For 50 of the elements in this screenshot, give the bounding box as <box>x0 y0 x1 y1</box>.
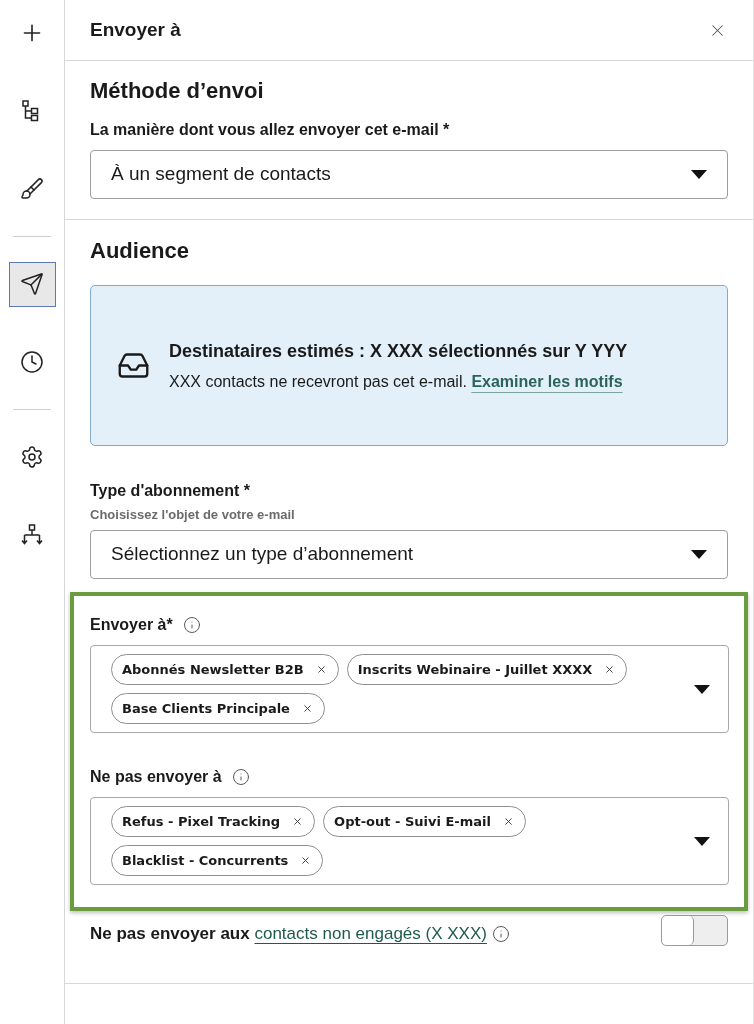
remove-tag-button[interactable] <box>604 664 616 675</box>
toggle-switch[interactable] <box>661 915 728 946</box>
tag-label: Inscrits Webinaire - Juillet XXXX <box>357 660 593 679</box>
toggle-knob <box>662 916 694 945</box>
field-label: Envoyer à* <box>90 615 173 635</box>
estimate-text: XXX contacts ne recevront pas cet e-mail. Examiner les motifs <box>169 371 624 392</box>
send-method-select[interactable]: À un segment de contacts <box>90 150 728 199</box>
close-icon <box>315 664 327 675</box>
estimate-title: Destinataires estimés : X XXX sélectionnés sur Y YYY <box>169 339 628 362</box>
tag-label: Blacklist - Concurrents <box>122 851 289 870</box>
subscription-type-select[interactable]: Sélectionnez un type d’abonnement <box>90 530 728 579</box>
tag-label: Abonnés Newsletter B2B <box>122 660 304 679</box>
info-icon <box>182 616 201 634</box>
close-icon <box>604 664 616 675</box>
caret-icon <box>694 836 710 846</box>
send-button[interactable] <box>8 261 56 307</box>
caret-icon <box>691 550 707 559</box>
hierarchy-icon <box>20 523 44 547</box>
field-label: Ne pas envoyer à <box>90 767 222 787</box>
close-icon <box>502 816 514 827</box>
tag-label: Refus - Pixel Tracking <box>122 812 281 831</box>
remove-tag-button[interactable] <box>315 664 327 675</box>
close-icon <box>292 816 304 827</box>
remove-tag-button[interactable] <box>301 703 313 714</box>
remove-tag-button[interactable] <box>502 816 514 827</box>
toggle-label: Ne pas envoyer aux contacts non engagés (X XXX) <box>90 923 487 945</box>
field-label: La manière dont vous allez envoyer cet e-mail * <box>90 120 451 140</box>
settings-icon <box>20 445 44 469</box>
multi-select-field[interactable]: Refus - Pixel Tracking Opt-out - Suivi E-mail Blacklist - Concurrents <box>90 797 729 885</box>
tag-label: Opt-out - Suivi E-mail <box>334 812 491 831</box>
close-icon <box>300 855 312 866</box>
multi-select-field[interactable]: Abonnés Newsletter B2B Inscrits Webinaire - Juillet XXXX Base Clients Principale <box>90 645 729 733</box>
caret-icon <box>694 684 710 694</box>
field-hint: Choisissez l'objet de votre e-mail <box>90 506 296 524</box>
section-heading: Méthode d’envoi <box>90 77 265 105</box>
close-icon <box>301 703 313 714</box>
field-label: Type d'abonnement * <box>90 481 251 501</box>
panel-title: Envoyer à <box>90 17 181 42</box>
info-icon <box>231 768 250 786</box>
section-heading: Audience <box>90 237 191 265</box>
unengaged-contacts-link[interactable]: contacts non engagés (X XXX) <box>254 924 487 943</box>
paper-plane-icon <box>20 272 44 296</box>
brush-icon <box>20 177 44 201</box>
clock-icon <box>20 350 44 374</box>
tag-label: Base Clients Principale <box>122 699 290 718</box>
info-icon <box>491 925 510 943</box>
remove-tag-button[interactable] <box>292 816 304 827</box>
remove-tag-button[interactable] <box>300 855 312 866</box>
review-reasons-link[interactable]: Examiner les motifs <box>471 372 623 390</box>
caret-icon <box>691 170 707 179</box>
